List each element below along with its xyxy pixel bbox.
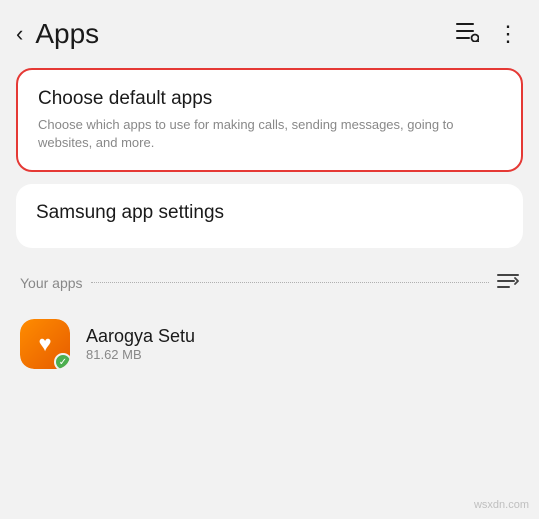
your-apps-section-header: Your apps xyxy=(16,260,523,301)
back-button[interactable]: ‹ xyxy=(16,21,23,47)
page-title: Apps xyxy=(35,18,99,50)
app-list: ♥ ✓ Aarogya Setu 81.62 MB xyxy=(16,309,523,379)
choose-default-subtitle: Choose which apps to use for making call… xyxy=(38,116,501,152)
choose-default-title: Choose default apps xyxy=(38,88,501,110)
header-left: ‹ Apps xyxy=(16,18,99,50)
choose-default-apps-card[interactable]: Choose default apps Choose which apps to… xyxy=(16,68,523,172)
section-divider xyxy=(91,282,489,283)
sort-icon[interactable] xyxy=(497,270,519,295)
app-name: Aarogya Setu xyxy=(86,326,195,347)
more-options-icon[interactable]: ⋮ xyxy=(497,21,519,47)
app-icon-aarogya: ♥ ✓ xyxy=(20,319,70,369)
heart-icon: ♥ xyxy=(38,331,51,357)
samsung-settings-title: Samsung app settings xyxy=(36,202,503,224)
watermark: wsxdn.com xyxy=(474,499,529,511)
app-header: ‹ Apps ⋮ xyxy=(0,0,539,60)
your-apps-label: Your apps xyxy=(20,275,83,291)
filter-search-icon[interactable] xyxy=(455,20,479,48)
header-right: ⋮ xyxy=(455,20,519,48)
checkmark-badge: ✓ xyxy=(54,353,70,369)
samsung-app-settings-card[interactable]: Samsung app settings xyxy=(16,184,523,248)
main-content: Choose default apps Choose which apps to… xyxy=(0,60,539,387)
app-size: 81.62 MB xyxy=(86,347,195,362)
aarogya-icon-bg: ♥ ✓ xyxy=(20,319,70,369)
app-info: Aarogya Setu 81.62 MB xyxy=(86,326,195,362)
app-item[interactable]: ♥ ✓ Aarogya Setu 81.62 MB xyxy=(16,309,523,379)
